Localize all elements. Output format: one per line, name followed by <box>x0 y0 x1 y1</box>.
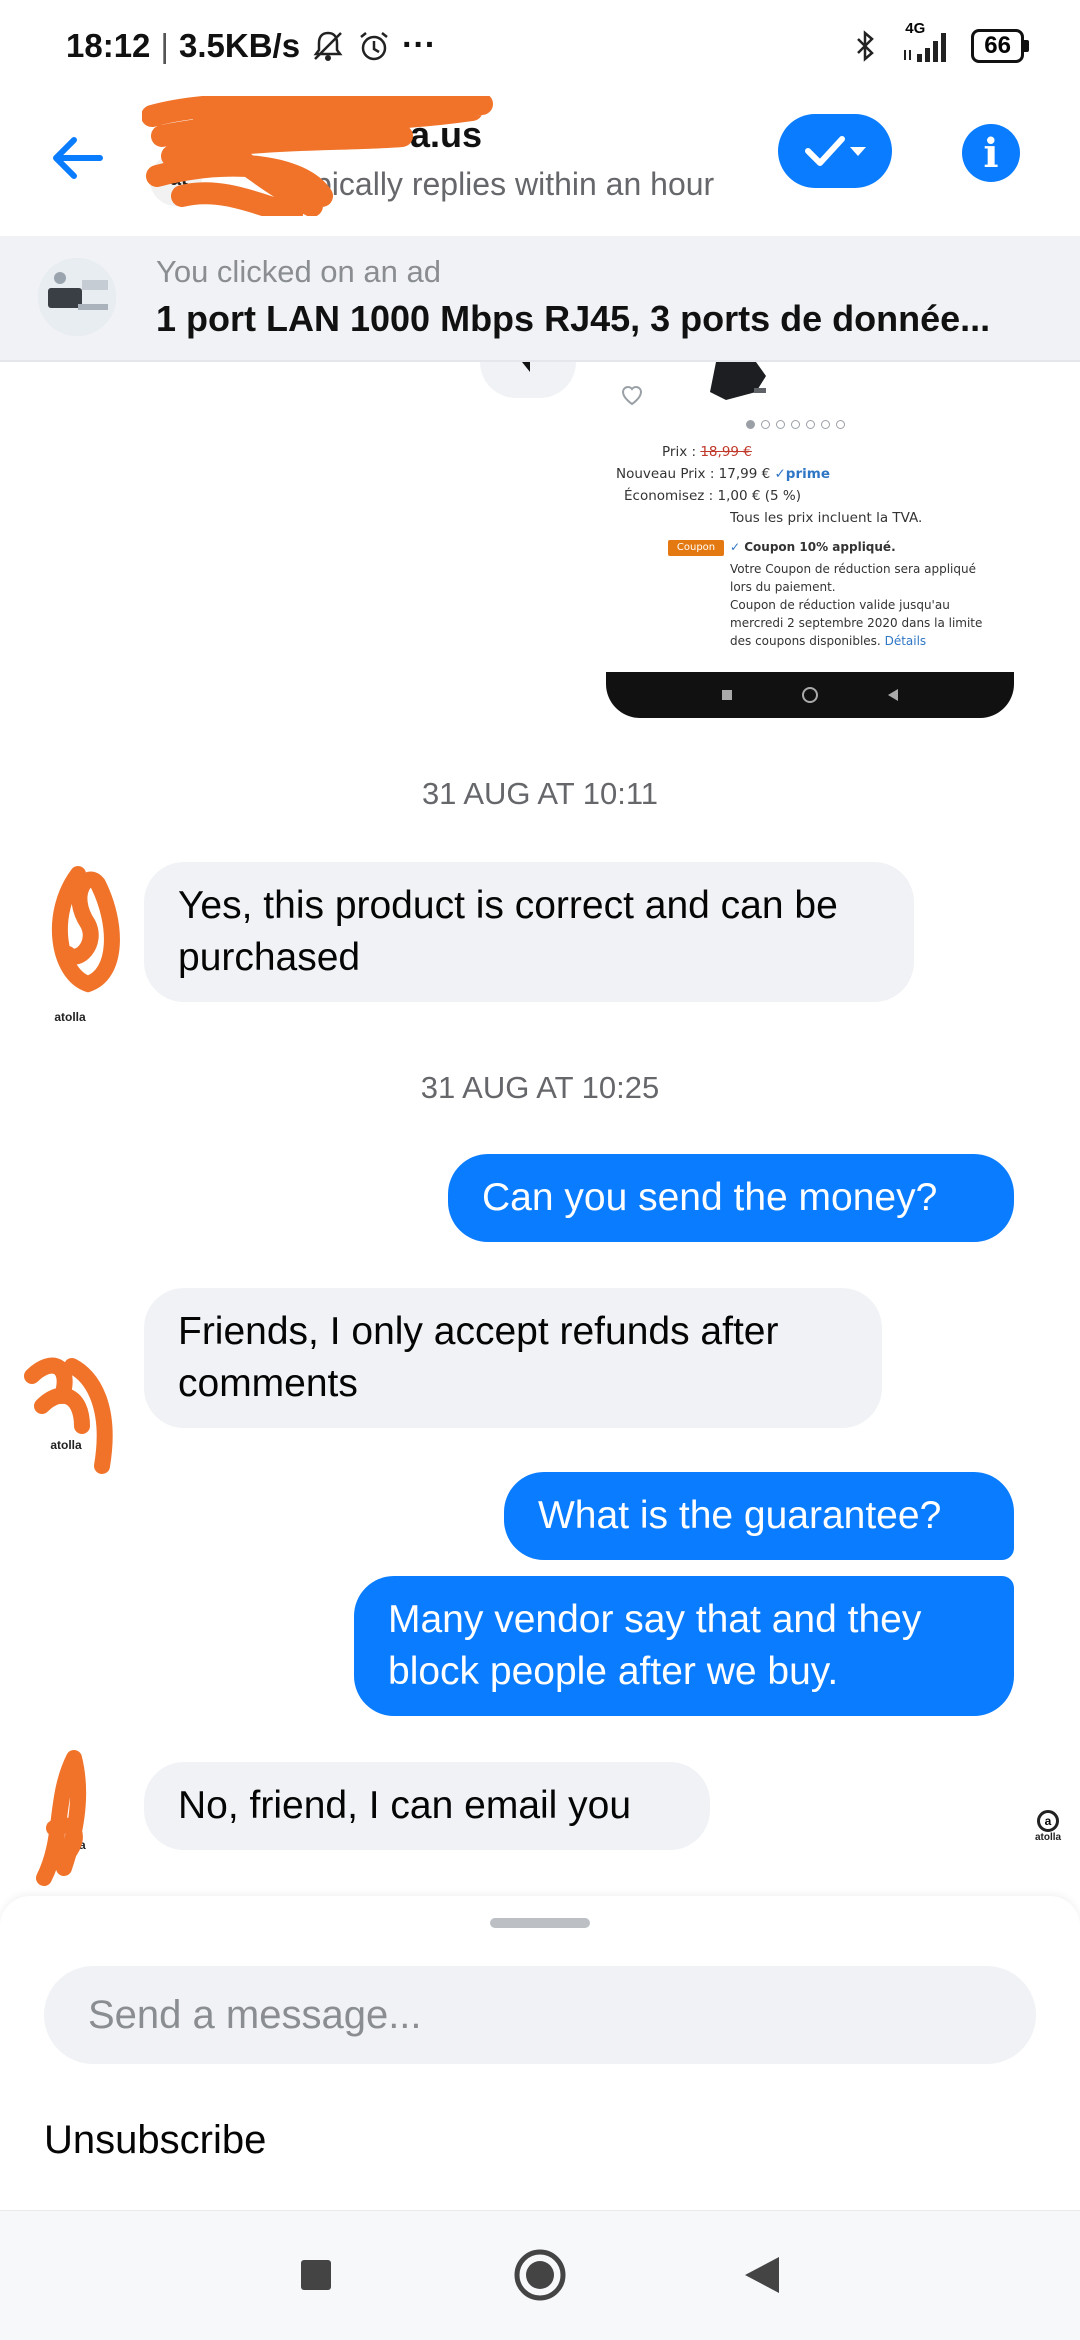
seen-label: atolla <box>1034 1832 1062 1843</box>
savings-value: 1,00 € (5 %) <box>717 488 801 504</box>
redaction-scribble <box>24 1357 113 1474</box>
favorite-heart-icon <box>621 386 643 406</box>
message-bubble-incoming[interactable]: Friends, I only accept refunds after com… <box>144 1288 882 1428</box>
back-button[interactable] <box>40 122 112 194</box>
new-price-label: Nouveau Prix : <box>616 466 715 482</box>
composer-sheet: Unsubscribe <box>0 1896 1080 2210</box>
image-pager-dots <box>746 420 845 429</box>
home-circle-icon <box>514 2249 566 2301</box>
price-label: Prix : <box>662 444 697 460</box>
signal-icon: 4G <box>901 21 953 64</box>
coupon-note-1: Votre Coupon de réduction sera appliqué <box>730 562 976 576</box>
shared-screenshot-content: Prix : 18,99 € Nouveau Prix : 17,99 € ✓p… <box>606 362 1014 672</box>
tax-note: Tous les prix incluent la TVA. <box>730 510 923 526</box>
screenshot-recents-icon <box>722 690 732 700</box>
alarm-icon <box>356 28 392 64</box>
status-left: 18:12 | 3.5KB/s ··· <box>66 26 436 65</box>
message-bubble-outgoing[interactable]: Can you send the money? <box>448 1154 1014 1242</box>
timestamp: 31 AUG AT 10:11 <box>421 776 659 811</box>
screenshot-nav-bar <box>606 672 1014 718</box>
timestamp: 31 AUG AT 10:25 <box>420 1070 660 1105</box>
seen-indicator-avatar: a atolla <box>1028 1810 1068 1850</box>
system-nav-bar <box>0 2210 1080 2340</box>
redaction-scribble <box>142 96 493 216</box>
screenshot-home-icon <box>802 687 818 703</box>
coupon-note-2: lors du paiement. <box>730 580 836 594</box>
redaction-scribble <box>51 866 120 993</box>
ad-title: 1 port LAN 1000 Mbps RJ45, 3 ports de do… <box>156 298 991 339</box>
message-bubble-outgoing[interactable]: Many vendor say that and they block peop… <box>354 1576 1014 1716</box>
ad-caption: You clicked on an ad <box>156 254 441 289</box>
status-speed: 3.5KB/s <box>178 26 301 64</box>
mark-done-button[interactable] <box>778 114 892 188</box>
back-arrow-icon <box>53 137 103 179</box>
coupon-check-icon: ✓ <box>730 540 741 554</box>
screenshot-back-icon <box>888 689 898 701</box>
old-price: 18,99 € <box>700 444 752 460</box>
recents-square-icon <box>301 2260 331 2290</box>
status-time: 18:12 <box>66 26 151 64</box>
drag-handle[interactable] <box>490 1918 590 1928</box>
recents-button[interactable] <box>286 2245 346 2305</box>
back-triangle-icon <box>745 2257 779 2293</box>
checkmark-icon <box>805 136 845 166</box>
prime-badge: ✓prime <box>774 466 830 482</box>
status-separator: | <box>160 26 169 64</box>
coupon-note-4: mercredi 2 septembre 2020 dans la limite <box>730 616 983 630</box>
battery-icon: 66 <box>971 29 1029 63</box>
ad-thumbnail <box>38 258 116 336</box>
redaction-scribble <box>36 1750 87 1886</box>
coupon-tag: Coupon <box>668 540 724 556</box>
coupon-applied: Coupon 10% appliqué. <box>744 540 896 554</box>
status-right: 4G 66 <box>847 21 1029 64</box>
sender-avatar-text: atolla <box>54 1010 86 1024</box>
product-photo <box>710 362 766 400</box>
coupon-note-3: Coupon de réduction valide jusqu'au <box>730 598 950 612</box>
message-bubble-outgoing[interactable]: What is the guarantee? <box>504 1472 1014 1560</box>
back-nav-button[interactable] <box>732 2245 792 2305</box>
unsubscribe-button[interactable]: Unsubscribe <box>44 2118 266 2163</box>
info-icon: i <box>983 129 999 177</box>
message-bubble-incoming[interactable]: No, friend, I can email you <box>144 1762 710 1850</box>
info-button[interactable]: i <box>962 124 1020 182</box>
message-bubble-incoming[interactable]: Yes, this product is correct and can be … <box>144 862 914 1002</box>
bluetooth-icon <box>847 28 883 64</box>
bell-off-icon <box>310 28 346 64</box>
coupon-note-5: des coupons disponibles. <box>730 634 881 648</box>
seen-avatar-icon: a <box>1037 1810 1059 1832</box>
chevron-down-icon <box>850 147 866 156</box>
status-overflow-dots: ··· <box>402 26 437 64</box>
details-link: Détails <box>884 634 927 648</box>
shared-screenshot-image[interactable]: Prix : 18,99 € Nouveau Prix : 17,99 € ✓p… <box>606 362 1014 718</box>
chat-header: at a.us ypically replies within an hour … <box>0 96 1080 236</box>
savings-label: Économisez : <box>624 488 714 504</box>
status-bar: 18:12 | 3.5KB/s ··· 4G 66 <box>0 0 1080 96</box>
ad-context-banner[interactable]: You clicked on an ad 1 port LAN 1000 Mbp… <box>0 236 1080 362</box>
message-input[interactable] <box>44 1966 1036 2064</box>
new-price: 17,99 € <box>718 466 771 482</box>
prev-media-button[interactable] <box>480 362 576 398</box>
home-button[interactable] <box>510 2245 570 2305</box>
